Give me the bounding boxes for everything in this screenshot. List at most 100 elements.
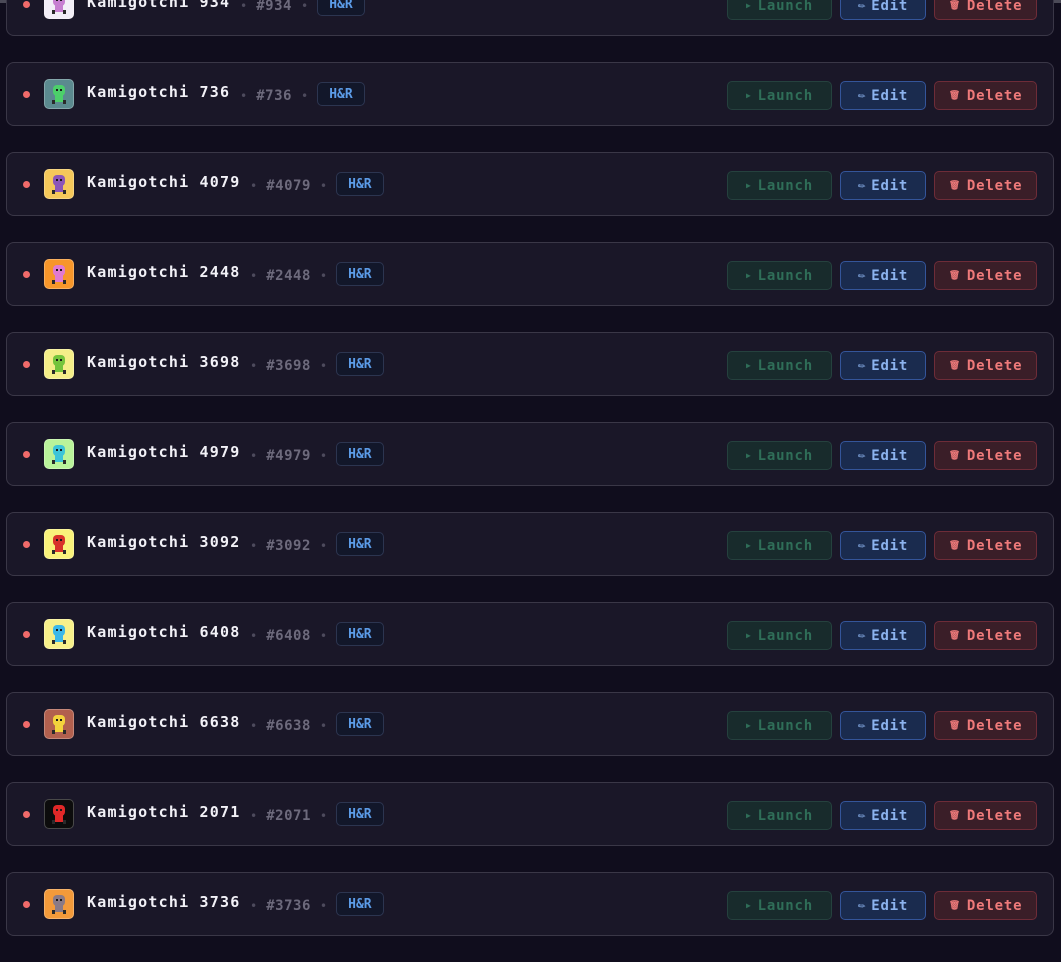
item-id: #3698 — [266, 358, 311, 374]
list-item: Kamigotchi 2448 • #2448 • H&R ▶ Launch ✎ Edit 🗑 De… — [6, 242, 1054, 306]
launch-button[interactable]: ▶ Launch — [727, 81, 832, 110]
item-name: Kamigotchi 2071 — [87, 803, 241, 821]
edit-button[interactable]: ✎ Edit — [840, 0, 926, 20]
edit-button[interactable]: ✎ Edit — [840, 621, 926, 650]
item-id: #4979 — [266, 448, 311, 464]
launch-button[interactable]: ▶ Launch — [727, 441, 832, 470]
category-badge: H&R — [336, 262, 384, 286]
trash-icon: 🗑 — [948, 720, 961, 731]
edit-button[interactable]: ✎ Edit — [840, 711, 926, 740]
pencil-icon: ✎ — [854, 448, 869, 463]
avatar — [44, 259, 74, 289]
item-name: Kamigotchi 4079 — [87, 173, 241, 191]
delete-label: Delete — [966, 87, 1023, 104]
category-badge: H&R — [336, 802, 384, 826]
play-icon: ▶ — [746, 451, 752, 460]
kami-avatar-icon — [52, 805, 66, 824]
delete-button[interactable]: 🗑 Delete — [934, 261, 1037, 290]
separator: • — [319, 629, 328, 643]
edit-label: Edit — [871, 627, 909, 644]
avatar — [44, 619, 74, 649]
delete-button[interactable]: 🗑 Delete — [934, 711, 1037, 740]
separator: • — [250, 899, 258, 913]
list-item: Kamigotchi 3698 • #3698 • H&R ▶ Launch ✎ Edit 🗑 De… — [6, 332, 1054, 396]
separator: • — [319, 269, 328, 283]
trash-icon: 🗑 — [948, 540, 961, 551]
play-icon: ▶ — [746, 181, 752, 190]
kami-avatar-icon — [52, 625, 66, 644]
separator: • — [319, 359, 328, 373]
separator: • — [250, 269, 258, 283]
item-meta: • #4979 • H&R — [241, 442, 384, 469]
launch-button[interactable]: ▶ Launch — [727, 711, 832, 740]
separator: • — [250, 719, 258, 733]
separator: • — [319, 539, 328, 553]
item-meta: • #6408 • H&R — [241, 622, 384, 649]
avatar — [44, 439, 74, 469]
pencil-icon: ✎ — [854, 808, 869, 823]
item-id: #6408 — [266, 628, 311, 644]
item-id: #4079 — [266, 178, 311, 194]
delete-button[interactable]: 🗑 Delete — [934, 81, 1037, 110]
status-dot — [23, 811, 30, 818]
launch-button[interactable]: ▶ Launch — [727, 621, 832, 650]
delete-label: Delete — [966, 627, 1023, 644]
delete-button[interactable]: 🗑 Delete — [934, 171, 1037, 200]
item-name: Kamigotchi 3736 — [87, 893, 241, 911]
launch-button[interactable]: ▶ Launch — [727, 261, 832, 290]
delete-button[interactable]: 🗑 Delete — [934, 0, 1037, 20]
item-meta: • #3698 • H&R — [241, 352, 384, 379]
status-dot — [23, 181, 30, 188]
edit-label: Edit — [871, 267, 909, 284]
launch-label: Launch — [757, 807, 813, 824]
status-dot — [23, 901, 30, 908]
item-meta: • #2448 • H&R — [241, 262, 384, 289]
play-icon: ▶ — [746, 1, 752, 10]
edit-button[interactable]: ✎ Edit — [840, 531, 926, 560]
launch-label: Launch — [757, 177, 813, 194]
edit-button[interactable]: ✎ Edit — [840, 171, 926, 200]
launch-button[interactable]: ▶ Launch — [727, 801, 832, 830]
launch-label: Launch — [757, 267, 813, 284]
kami-avatar-icon — [52, 355, 66, 374]
play-icon: ▶ — [746, 541, 752, 550]
edit-label: Edit — [871, 357, 909, 374]
delete-button[interactable]: 🗑 Delete — [934, 621, 1037, 650]
edit-label: Edit — [871, 447, 909, 464]
list-item: Kamigotchi 3092 • #3092 • H&R ▶ Launch ✎ Edit 🗑 De… — [6, 512, 1054, 576]
trash-icon: 🗑 — [948, 630, 961, 641]
delete-label: Delete — [966, 177, 1023, 194]
kamigotchi-list: Kamigotchi 934 • #934 • H&R ▶ Launch ✎ Edit 🗑 Dele… — [6, 0, 1054, 962]
pencil-icon: ✎ — [854, 0, 869, 13]
separator: • — [319, 719, 328, 733]
launch-button[interactable]: ▶ Launch — [727, 531, 832, 560]
avatar — [44, 709, 74, 739]
delete-button[interactable]: 🗑 Delete — [934, 351, 1037, 380]
launch-button[interactable]: ▶ Launch — [727, 0, 832, 20]
separator: • — [319, 449, 328, 463]
separator: • — [240, 89, 248, 103]
delete-button[interactable]: 🗑 Delete — [934, 531, 1037, 560]
edit-button[interactable]: ✎ Edit — [840, 81, 926, 110]
delete-button[interactable]: 🗑 Delete — [934, 801, 1037, 830]
separator: • — [250, 539, 258, 553]
launch-button[interactable]: ▶ Launch — [727, 351, 832, 380]
avatar — [44, 799, 74, 829]
delete-button[interactable]: 🗑 Delete — [934, 441, 1037, 470]
kami-avatar-icon — [52, 535, 66, 554]
launch-button[interactable]: ▶ Launch — [727, 171, 832, 200]
edit-label: Edit — [871, 177, 909, 194]
edit-button[interactable]: ✎ Edit — [840, 261, 926, 290]
separator: • — [250, 359, 258, 373]
item-meta: • #3092 • H&R — [241, 532, 384, 559]
delete-label: Delete — [966, 357, 1023, 374]
category-badge: H&R — [336, 532, 384, 556]
edit-button[interactable]: ✎ Edit — [840, 801, 926, 830]
item-meta: • #6638 • H&R — [241, 712, 384, 739]
delete-label: Delete — [966, 897, 1023, 914]
edit-button[interactable]: ✎ Edit — [840, 441, 926, 470]
item-meta: • #2071 • H&R — [241, 802, 384, 829]
delete-label: Delete — [966, 267, 1023, 284]
item-id: #2448 — [266, 268, 311, 284]
edit-button[interactable]: ✎ Edit — [840, 351, 926, 380]
